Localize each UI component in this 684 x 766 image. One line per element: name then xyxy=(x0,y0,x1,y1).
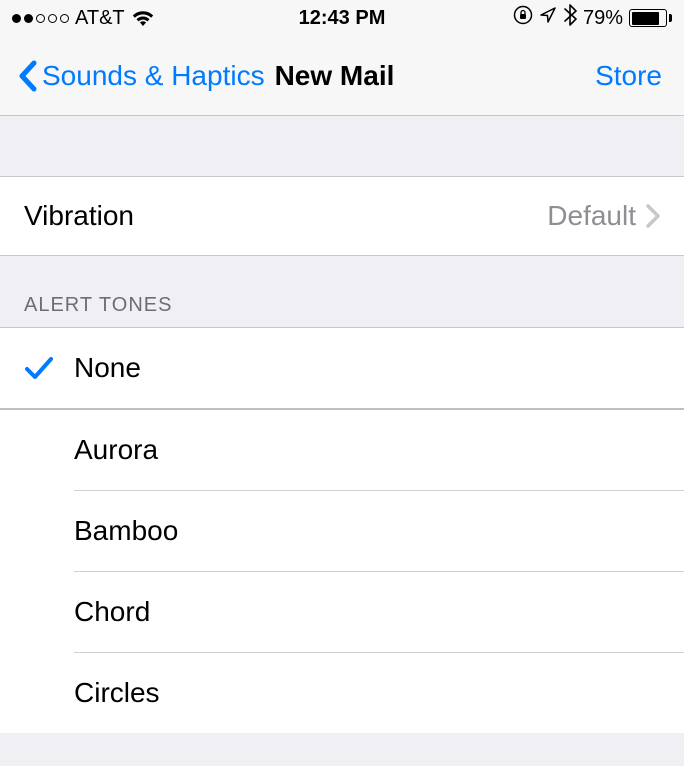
bluetooth-icon xyxy=(563,4,577,32)
vibration-value-wrap: Default xyxy=(547,200,660,232)
signal-strength-icon xyxy=(12,14,69,23)
tone-row-chord[interactable]: Chord xyxy=(0,572,684,652)
status-right: 79% xyxy=(513,4,672,32)
status-left: AT&T xyxy=(12,7,155,30)
rotation-lock-icon xyxy=(513,5,533,31)
alert-tones-list: None Aurora Bamboo Chord Circles xyxy=(0,327,684,733)
tone-label: Aurora xyxy=(66,434,158,466)
tone-row-circles[interactable]: Circles xyxy=(0,653,684,733)
status-time: 12:43 PM xyxy=(299,7,386,30)
battery-percent: 79% xyxy=(583,7,623,30)
tone-label: Circles xyxy=(66,677,160,709)
chevron-right-icon xyxy=(646,204,660,228)
page-title: New Mail xyxy=(275,60,395,92)
tone-row-aurora[interactable]: Aurora xyxy=(0,410,684,490)
carrier-label: AT&T xyxy=(75,7,125,30)
battery-icon xyxy=(629,9,672,27)
navigation-bar: Sounds & Haptics New Mail Store xyxy=(0,36,684,116)
status-bar: AT&T 12:43 PM 79% xyxy=(0,0,684,36)
vibration-label: Vibration xyxy=(24,200,134,232)
spacer xyxy=(0,116,684,176)
back-label: Sounds & Haptics xyxy=(42,60,265,92)
tone-label: Bamboo xyxy=(66,515,178,547)
tone-label: Chord xyxy=(66,596,150,628)
vibration-value: Default xyxy=(547,200,636,232)
location-icon xyxy=(539,6,557,30)
wifi-icon xyxy=(131,9,155,27)
alert-tones-header: ALERT TONES xyxy=(0,256,684,327)
tone-row-bamboo[interactable]: Bamboo xyxy=(0,491,684,571)
checkmark-icon xyxy=(24,355,66,381)
store-button[interactable]: Store xyxy=(595,60,662,92)
chevron-left-icon xyxy=(18,59,38,93)
back-button[interactable]: Sounds & Haptics xyxy=(18,59,265,93)
tone-row-none[interactable]: None xyxy=(0,328,684,408)
tone-label: None xyxy=(66,352,141,384)
vibration-row[interactable]: Vibration Default xyxy=(0,176,684,256)
